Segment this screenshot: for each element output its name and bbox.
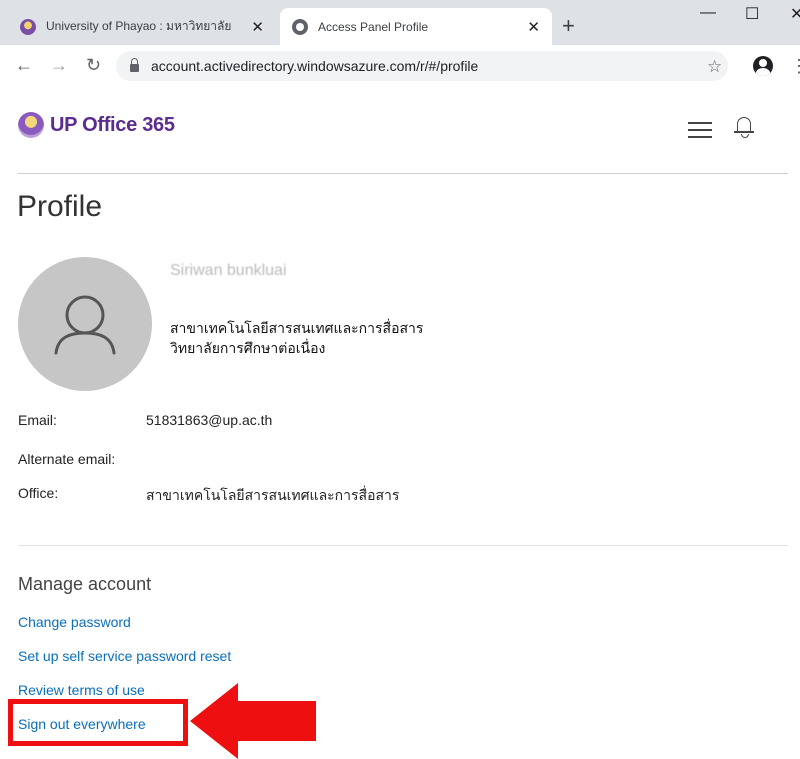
close-tab-icon[interactable]: ✕ (527, 18, 540, 36)
lock-icon[interactable] (130, 58, 139, 72)
brand-title: UP Office 365 (50, 113, 175, 136)
header-divider (18, 173, 788, 174)
university-favicon-icon (20, 18, 36, 35)
close-window-icon[interactable]: ✕ (790, 4, 800, 24)
minimize-window-icon[interactable]: — (700, 4, 716, 22)
self-service-password-reset-link[interactable]: Set up self service password reset (18, 648, 231, 664)
back-icon[interactable]: ← (15, 56, 33, 74)
university-logo-icon (18, 112, 44, 138)
bell-icon[interactable] (734, 117, 754, 138)
section-divider (18, 545, 788, 546)
address-bar[interactable]: account.activedirectory.windowsazure.com… (116, 51, 728, 81)
tab-university-of-phayao[interactable]: University of Phayao : มหาวิทยาลัย ✕ (8, 8, 276, 45)
avatar (18, 257, 152, 391)
brand-header[interactable]: UP Office 365 (18, 112, 175, 138)
manage-account-heading: Manage account (18, 574, 152, 594)
reload-icon[interactable]: ↻ (86, 56, 101, 74)
tab-title: University of Phayao : มหาวิทยาลัย (46, 19, 232, 33)
page-title: Profile (17, 190, 103, 223)
person-icon (54, 295, 116, 355)
browser-tab-strip: University of Phayao : มหาวิทยาลัย ✕ Acc… (0, 0, 800, 45)
address-bar-url: account.activedirectory.windowsazure.com… (151, 58, 479, 74)
tab-access-panel-profile[interactable]: Access Panel Profile ✕ (280, 8, 552, 45)
red-arrow-icon (190, 683, 316, 759)
tab-title: Access Panel Profile (318, 19, 429, 34)
office-value: สาขาเทคโนโลยีสารสนเทศและการสื่อสาร (146, 487, 400, 503)
hamburger-menu-icon[interactable] (688, 122, 712, 143)
close-tab-icon[interactable]: ✕ (251, 18, 264, 36)
account-icon[interactable] (753, 56, 773, 76)
user-department: สาขาเทคโนโลยีสารสนเทศและการสื่อสาร (170, 320, 424, 336)
change-password-link[interactable]: Change password (18, 614, 131, 630)
browser-toolbar: ← → ↻ account.activedirectory.windowsazu… (0, 45, 800, 87)
user-college: วิทยาลัยการศึกษาต่อเนื่อง (170, 340, 326, 356)
star-icon[interactable]: ☆ (707, 57, 722, 77)
review-terms-of-use-link[interactable]: Review terms of use (18, 682, 145, 698)
maximize-window-icon[interactable]: ☐ (745, 4, 759, 24)
menu-icon[interactable]: ⋮ (790, 56, 800, 77)
alternate-email-label: Alternate email: (18, 451, 116, 467)
new-tab-button[interactable]: + (562, 15, 575, 37)
email-value: 51831863@up.ac.th (146, 412, 273, 428)
user-display-name: Siriwan bunkluai (170, 262, 287, 279)
highlight-box (8, 699, 188, 746)
forward-icon[interactable]: → (50, 56, 68, 74)
email-label: Email: (18, 412, 57, 428)
office-label: Office: (18, 485, 59, 501)
globe-favicon-icon (292, 18, 308, 35)
